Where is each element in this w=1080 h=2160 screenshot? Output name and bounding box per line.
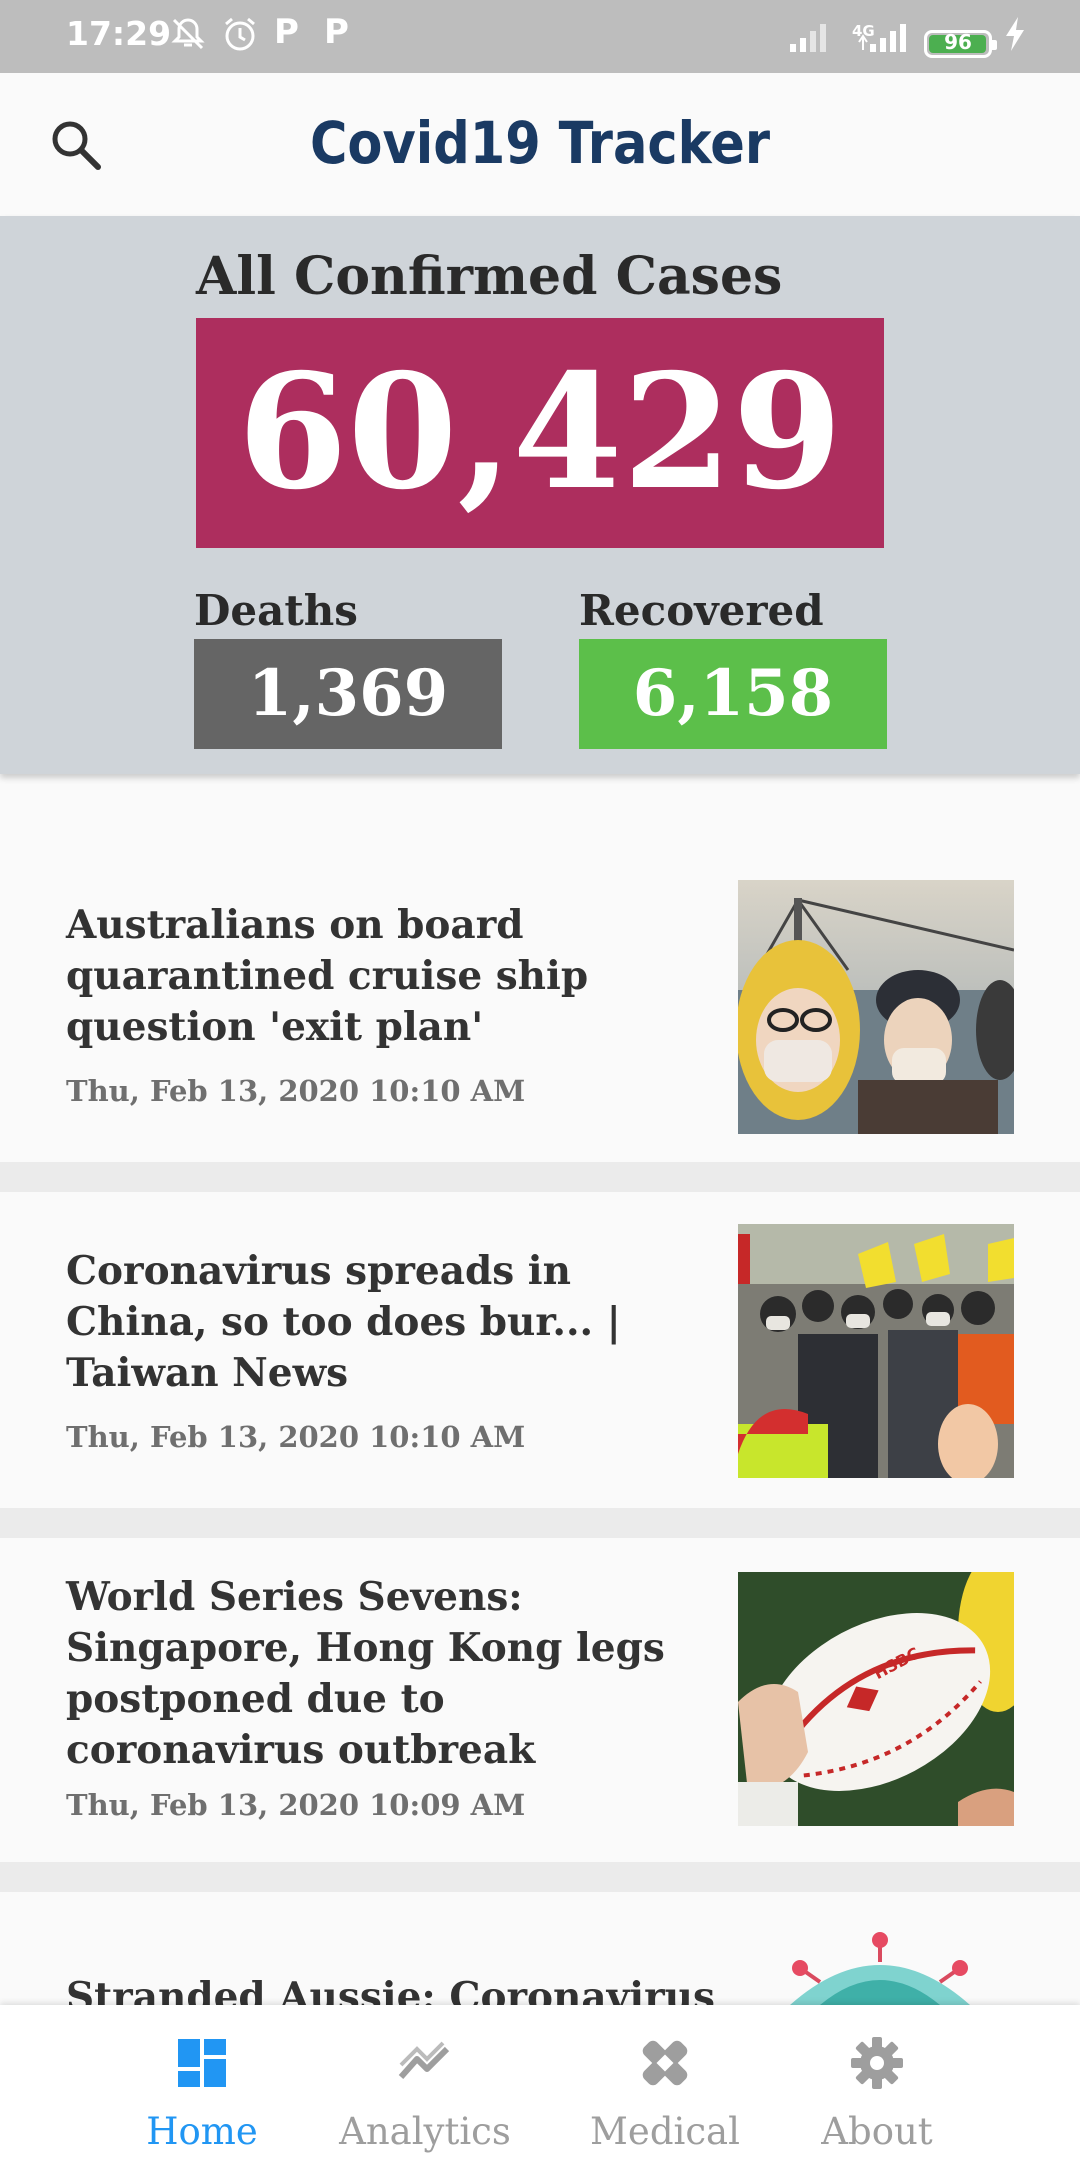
nav-label: About xyxy=(821,2110,933,2153)
nav-analytics[interactable]: Analytics xyxy=(330,2005,520,2160)
nav-medical[interactable]: Medical xyxy=(570,2005,760,2160)
bandage-icon xyxy=(642,2040,688,2086)
deaths-label: Deaths xyxy=(194,586,358,635)
news-item[interactable]: Stranded Aussie: Coronavirus xyxy=(0,1892,1080,2005)
gear-icon xyxy=(851,2037,903,2089)
recovered-label: Recovered xyxy=(579,586,824,635)
alarm-icon xyxy=(225,17,255,51)
bottom-navigation: Home Analytics Medical About xyxy=(0,2005,1080,2160)
nav-label: Home xyxy=(146,2110,258,2153)
parking-icon: P xyxy=(324,12,349,52)
nav-label: Medical xyxy=(590,2110,740,2153)
status-time: 17:29 xyxy=(66,14,172,53)
signal-icon xyxy=(858,24,906,52)
nav-label: Analytics xyxy=(339,2110,511,2153)
nav-about[interactable]: About xyxy=(800,2005,954,2160)
news-date: Thu, Feb 13, 2020 10:09 AM xyxy=(66,1788,526,1822)
news-date: Thu, Feb 13, 2020 10:10 AM xyxy=(66,1420,526,1454)
news-title: Australians on board quarantined cruise … xyxy=(66,902,589,1050)
nav-home[interactable]: Home xyxy=(120,2005,284,2160)
list-divider xyxy=(0,1862,1080,1892)
trending-icon xyxy=(398,2041,450,2079)
confirmed-label: All Confirmed Cases xyxy=(196,246,783,307)
parking-icon: P xyxy=(274,12,299,52)
news-date: Thu, Feb 13, 2020 10:10 AM xyxy=(66,1074,526,1108)
app-title: Covid19 Tracker xyxy=(309,109,771,177)
battery-indicator: 96 xyxy=(924,30,997,58)
news-thumbnail: HSBC xyxy=(738,1572,1014,1826)
list-divider xyxy=(0,1508,1080,1538)
virus-illustration xyxy=(790,1932,970,2005)
news-title: World Series Sevens: Singapore, Hong Kon… xyxy=(66,1574,665,1773)
news-thumbnail xyxy=(738,1224,1014,1478)
stats-panel: All Confirmed Cases 60,429 Deaths 1,369 … xyxy=(0,216,1080,774)
news-title: Stranded Aussie: Coronavirus xyxy=(66,1974,715,2005)
charging-icon xyxy=(1006,17,1024,51)
news-item[interactable]: World Series Sevens: Singapore, Hong Kon… xyxy=(0,1538,1080,1862)
signal-icon xyxy=(790,24,826,52)
status-bar: 17:29 P P 4G 96 xyxy=(0,0,1080,73)
news-item[interactable]: Australians on board quarantined cruise … xyxy=(0,846,1080,1162)
confirmed-count: 60,429 xyxy=(196,318,884,548)
recovered-count: 6,158 xyxy=(579,639,887,749)
dashboard-icon xyxy=(178,2039,226,2087)
news-thumbnail xyxy=(738,880,1014,1134)
news-title: Coronavirus spreads in China, so too doe… xyxy=(66,1248,621,1396)
app-bar: Covid19 Tracker xyxy=(0,73,1080,216)
notifications-off-icon xyxy=(171,18,205,50)
news-item[interactable]: Coronavirus spreads in China, so too doe… xyxy=(0,1192,1080,1508)
list-divider xyxy=(0,1162,1080,1192)
deaths-count: 1,369 xyxy=(194,639,502,749)
